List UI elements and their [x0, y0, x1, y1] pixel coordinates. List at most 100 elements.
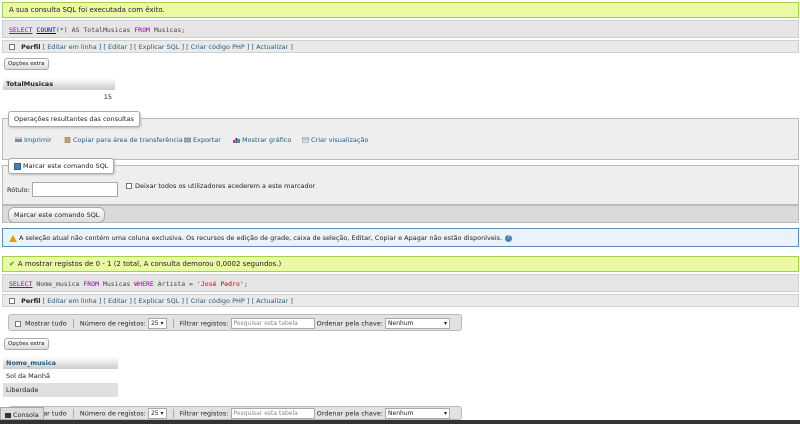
- sql-text: Musicas;: [149, 26, 186, 34]
- taskbar-strip: [0, 420, 800, 424]
- export-action[interactable]: Exportar: [183, 136, 221, 144]
- refresh-link[interactable]: [ Actualizar ]: [252, 297, 293, 305]
- divider: [172, 409, 174, 418]
- profile-checkbox[interactable]: [9, 298, 15, 304]
- export-label: Exportar: [193, 136, 221, 144]
- sql-keyword: FROM: [83, 280, 100, 288]
- sql-keyword: FROM: [134, 26, 150, 34]
- view-label: Criar visualização: [311, 136, 369, 144]
- view-icon: [301, 136, 310, 144]
- share-checkbox[interactable]: [126, 183, 132, 189]
- console-toggle[interactable]: Consola: [0, 407, 44, 420]
- bookmark-legend-text: Marcar este comando SQL: [23, 162, 109, 170]
- divider: [72, 319, 74, 328]
- show-all-label: Mostrar tudo: [25, 319, 67, 328]
- sort-label: Ordenar pela chave:: [316, 319, 383, 328]
- console-label: Consola: [13, 411, 39, 419]
- notice-text: A seleção atual não contém uma coluna ex…: [19, 234, 503, 242]
- query-operations-legend: Operações resultantes das consultas: [8, 111, 140, 127]
- sql-text: Artista =: [153, 280, 197, 288]
- chart-label: Mostrar gráfico: [242, 136, 292, 144]
- table-cell: Sol da Manhã: [3, 369, 118, 383]
- sql-keyword[interactable]: SELECT: [9, 280, 32, 288]
- sql-actions-bar: Perfil [ Editar em linha ] [ Editar ] [ …: [2, 40, 799, 53]
- divider: [72, 409, 74, 418]
- export-icon: [183, 137, 192, 143]
- create-php-link[interactable]: [ Criar código PHP ]: [186, 43, 249, 51]
- bookmark-panel: [2, 165, 799, 205]
- clipboard-icon: [64, 136, 71, 144]
- table-navigation-bar: Mostrar tudo Número de registos: 25 ▾ Fi…: [8, 314, 462, 331]
- results-table: TotalMusicas 15: [3, 78, 115, 104]
- create-php-link[interactable]: [ Criar código PHP ]: [186, 297, 249, 305]
- edit-inline-link[interactable]: [ Editar em linha ]: [43, 43, 102, 51]
- print-action[interactable]: Imprimir: [15, 136, 52, 144]
- sql-query-box: SELECT Nome_musica FROM Musicas WHERE Ar…: [2, 274, 799, 292]
- sql-query-box: SELECT COUNT(*) AS TotalMusicas FROM Mus…: [2, 20, 799, 38]
- success-message: ✔ A mostrar registos de 0 - 1 (2 total, A…: [2, 256, 799, 272]
- rows-count-value: 25: [150, 410, 159, 417]
- edit-link[interactable]: [ Editar ]: [103, 43, 131, 51]
- edit-inline-link[interactable]: [ Editar em linha ]: [43, 297, 102, 305]
- bookmark-footer: [2, 205, 799, 223]
- copy-label: Copiar para área de transferência: [73, 136, 183, 144]
- checkmark-icon: ✔: [9, 260, 15, 268]
- sort-select[interactable]: Nenhum ▾: [385, 318, 451, 329]
- table-cell: Liberdade: [3, 383, 118, 397]
- profile-label[interactable]: Perfil: [21, 43, 40, 51]
- rows-count-label: Número de registos:: [79, 319, 146, 328]
- rows-count-value: 25: [150, 320, 159, 327]
- filter-label: Filtrar registos:: [179, 409, 229, 418]
- sql-text: Nome_musica: [32, 280, 84, 288]
- print-icon: [15, 136, 22, 143]
- sql-actions-bar: Perfil [ Editar em linha ] [ Editar ] [ …: [2, 294, 799, 307]
- profile-checkbox[interactable]: [9, 44, 15, 50]
- create-view-action[interactable]: Criar visualização: [301, 136, 369, 144]
- table-cell: 15: [3, 90, 115, 104]
- explain-sql-link[interactable]: [ Explicar SQL ]: [134, 43, 184, 51]
- sql-string: 'José Pedro': [196, 280, 244, 288]
- notice-box: A seleção atual não contém uma coluna ex…: [2, 228, 799, 247]
- filter-input[interactable]: Pesquisar esta tabela: [230, 318, 315, 329]
- label-input[interactable]: [32, 182, 118, 197]
- success-text: A mostrar registos de 0 - 1 (2 total, A …: [17, 260, 282, 268]
- show-chart-action[interactable]: Mostrar gráfico: [233, 136, 291, 144]
- profile-label[interactable]: Perfil: [21, 297, 40, 305]
- sql-keyword: WHERE: [134, 280, 154, 288]
- sort-select[interactable]: Nenhum ▾: [385, 408, 451, 419]
- share-label: Deixar todos os utilizadores acederem a …: [135, 182, 316, 190]
- help-icon[interactable]: ?: [505, 234, 513, 242]
- sql-text: (*) AS TotalMusicas: [55, 26, 135, 34]
- warning-icon: [9, 234, 17, 242]
- filter-input[interactable]: Pesquisar esta tabela: [230, 408, 315, 419]
- edit-link[interactable]: [ Editar ]: [103, 297, 131, 305]
- rows-count-select[interactable]: 25 ▾: [147, 408, 167, 419]
- bookmark-icon: [14, 162, 21, 170]
- explain-sql-link[interactable]: [ Explicar SQL ]: [134, 297, 184, 305]
- label-field-label: Rótulo:: [7, 186, 30, 194]
- sql-text: ;: [243, 280, 248, 288]
- rows-count-select[interactable]: 25 ▾: [147, 318, 167, 329]
- table-navigation-bar-bottom: Mostrar tudo Número de registos: 25 ▾ Fi…: [8, 406, 462, 420]
- chart-icon: [233, 137, 240, 143]
- bookmark-legend: Marcar este comando SQL: [8, 158, 115, 174]
- console-icon: [5, 412, 11, 418]
- extra-options-button[interactable]: Opções extra: [4, 58, 49, 70]
- results-table: Nome_musica Sol da Manhã Liberdade: [3, 357, 118, 397]
- bookmark-submit-button[interactable]: Marcar este comando SQL: [8, 207, 106, 223]
- show-all-checkbox[interactable]: [15, 320, 21, 327]
- column-header[interactable]: Nome_musica: [3, 357, 118, 369]
- extra-options-button[interactable]: Opções extra: [4, 338, 49, 350]
- share-bookmark-option[interactable]: Deixar todos os utilizadores acederem a …: [126, 182, 315, 190]
- sql-function[interactable]: COUNT: [36, 26, 56, 34]
- sort-value: Nenhum: [388, 410, 414, 417]
- refresh-link[interactable]: [ Actualizar ]: [252, 43, 293, 51]
- filter-label: Filtrar registos:: [179, 319, 229, 328]
- column-header[interactable]: TotalMusicas: [3, 78, 115, 90]
- copy-clipboard-action[interactable]: Copiar para área de transferência: [64, 136, 183, 144]
- sort-value: Nenhum: [388, 320, 414, 327]
- sql-keyword[interactable]: SELECT: [9, 26, 32, 34]
- print-label: Imprimir: [24, 136, 52, 144]
- success-text: A sua consulta SQL foi executada com êxi…: [9, 6, 165, 14]
- sql-text: Musicas: [99, 280, 135, 288]
